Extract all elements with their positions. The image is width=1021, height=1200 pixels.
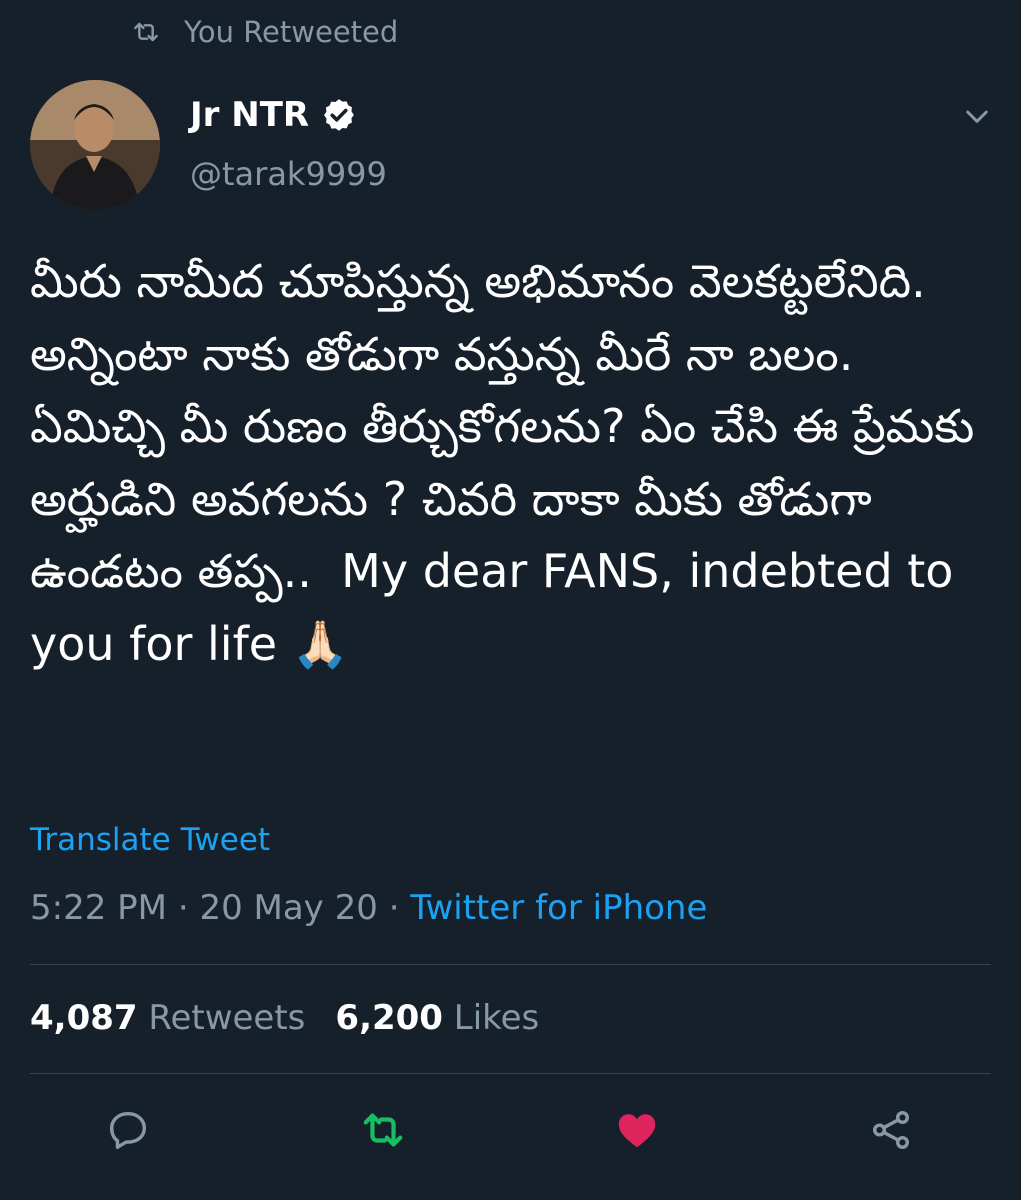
- retweet-icon: [363, 1113, 403, 1147]
- tweet-date: 20 May 20: [199, 888, 378, 928]
- share-icon: [872, 1111, 910, 1149]
- author-handle[interactable]: @tarak9999: [190, 155, 387, 193]
- reply-icon: [109, 1111, 147, 1149]
- retweet-button[interactable]: [358, 1105, 408, 1155]
- avatar[interactable]: [30, 80, 160, 210]
- likes-count: 6,200: [335, 998, 443, 1038]
- tweet-meta: 5:22 PM · 20 May 20 · Twitter for iPhone: [30, 888, 707, 928]
- author-name[interactable]: Jr NTR: [190, 95, 309, 135]
- divider: [30, 964, 991, 965]
- divider: [30, 1073, 991, 1074]
- tweet-time: 5:22 PM: [30, 888, 167, 928]
- retweets-count: 4,087: [30, 998, 138, 1038]
- reply-button[interactable]: [103, 1105, 153, 1155]
- meta-separator: ·: [388, 888, 400, 928]
- translate-tweet-link[interactable]: Translate Tweet: [30, 822, 270, 858]
- tweet-text: మీరు నామీద చూపిస్తున్న అభిమానం వెలకట్టలే…: [30, 254, 989, 671]
- like-button[interactable]: [612, 1105, 662, 1155]
- retweets-label: Retweets: [148, 998, 306, 1038]
- retweet-context-label: You Retweeted: [184, 15, 399, 49]
- retweets-stat[interactable]: 4,087 Retweets: [30, 998, 305, 1038]
- tweet-source-link[interactable]: Twitter for iPhone: [410, 888, 707, 928]
- avatar-image: [30, 80, 160, 210]
- meta-separator: ·: [177, 888, 189, 928]
- likes-label: Likes: [453, 998, 540, 1038]
- tweet-stats: 4,087 Retweets 6,200 Likes: [30, 998, 539, 1038]
- share-button[interactable]: [866, 1105, 916, 1155]
- like-icon: [618, 1114, 656, 1148]
- author-name-row[interactable]: Jr NTR: [190, 95, 357, 135]
- verified-badge-icon: [324, 99, 354, 131]
- chevron-down-icon[interactable]: [961, 100, 993, 132]
- retweet-context: You Retweeted: [130, 12, 398, 52]
- retweet-icon: [134, 22, 158, 42]
- likes-stat[interactable]: 6,200 Likes: [335, 998, 539, 1038]
